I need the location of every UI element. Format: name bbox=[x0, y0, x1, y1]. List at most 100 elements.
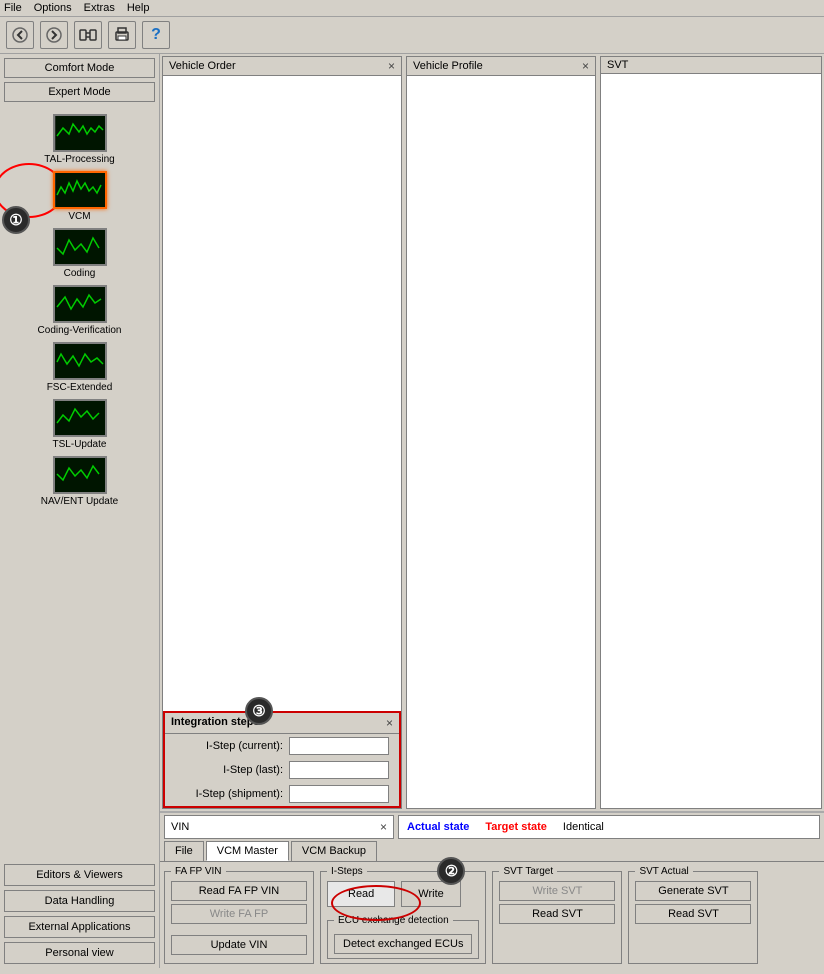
update-vin-button[interactable]: Update VIN bbox=[171, 935, 307, 955]
external-applications-button[interactable]: External Applications bbox=[4, 916, 155, 938]
editors-viewers-button[interactable]: Editors & Viewers bbox=[4, 864, 155, 886]
menu-options[interactable]: Options bbox=[34, 2, 72, 14]
svt-actual-legend: SVT Actual bbox=[635, 866, 692, 877]
read-svt-actual-button[interactable]: Read SVT bbox=[635, 904, 751, 924]
status-actual: Actual state bbox=[407, 821, 469, 833]
svt-target-button-group: Write SVT Read SVT bbox=[499, 881, 615, 924]
sidebar-mode-buttons: Comfort Mode Expert Mode bbox=[0, 54, 159, 106]
vin-close[interactable]: × bbox=[380, 820, 387, 834]
vehicle-profile-title: Vehicle Profile bbox=[413, 60, 483, 72]
istep-current-label: I-Step (current): bbox=[173, 740, 283, 752]
data-handling-button[interactable]: Data Handling bbox=[4, 890, 155, 912]
generate-svt-button[interactable]: Generate SVT bbox=[635, 881, 751, 901]
tsl-update-icon bbox=[53, 399, 107, 437]
tab-file[interactable]: File bbox=[164, 841, 204, 861]
main-layout: ① Comfort Mode Expert Mode TAL-Processin… bbox=[0, 54, 824, 968]
sidebar-item-navent-update[interactable]: NAV/ENT Update bbox=[4, 456, 155, 507]
istep-shipment-row: I-Step (shipment): bbox=[165, 782, 399, 806]
svt-header: SVT bbox=[601, 57, 821, 74]
integration-steps-box: ③ Integration steps × I-Step (current): … bbox=[163, 711, 401, 808]
vehicle-profile-header: Vehicle Profile × bbox=[407, 57, 595, 76]
fsc-extended-icon bbox=[53, 342, 107, 380]
svt-actual-section: SVT Actual Generate SVT Read SVT bbox=[628, 866, 758, 964]
coding-icon bbox=[53, 228, 107, 266]
back-button[interactable] bbox=[6, 21, 34, 49]
menu-help[interactable]: Help bbox=[127, 2, 150, 14]
sidebar-item-coding-verification[interactable]: Coding-Verification bbox=[4, 285, 155, 336]
menu-bar: File Options Extras Help bbox=[0, 0, 824, 17]
menu-file[interactable]: File bbox=[4, 2, 22, 14]
svt-target-legend: SVT Target bbox=[499, 866, 557, 877]
sidebar-bottom-buttons: Editors & Viewers Data Handling External… bbox=[0, 860, 159, 968]
istep-last-input[interactable] bbox=[289, 761, 389, 779]
svt-panel: SVT bbox=[600, 56, 822, 809]
read-svt-target-button[interactable]: Read SVT bbox=[499, 904, 615, 924]
tal-processing-label: TAL-Processing bbox=[44, 154, 114, 165]
forward-button[interactable] bbox=[40, 21, 68, 49]
read-isteps-button[interactable]: Read bbox=[327, 881, 395, 907]
tab-content: FA FP VIN Read FA FP VIN Write FA FP Upd… bbox=[160, 862, 824, 968]
content-area: Vehicle Order × ③ Integration steps × I-… bbox=[160, 54, 824, 968]
istep-shipment-label: I-Step (shipment): bbox=[173, 788, 283, 800]
detect-btn-row: Detect exchanged ECUs bbox=[334, 930, 472, 954]
status-vin-row: VIN × Actual state Target state Identica… bbox=[160, 813, 824, 841]
fa-fp-vin-legend: FA FP VIN bbox=[171, 866, 226, 877]
tab-vcm-master[interactable]: VCM Master bbox=[206, 841, 289, 861]
tab-vcm-backup[interactable]: VCM Backup bbox=[291, 841, 377, 861]
navent-update-label: NAV/ENT Update bbox=[41, 496, 118, 507]
i-steps-legend: I-Steps bbox=[327, 866, 367, 877]
step3-badge: ③ bbox=[245, 697, 273, 725]
svt-actual-button-group: Generate SVT Read SVT bbox=[635, 881, 751, 924]
vehicle-order-header: Vehicle Order × bbox=[163, 57, 401, 76]
connect-button[interactable] bbox=[74, 21, 102, 49]
comfort-mode-button[interactable]: Comfort Mode bbox=[4, 58, 155, 78]
fa-fp-button-group: Read FA FP VIN Write FA FP Update VIN bbox=[171, 881, 307, 955]
ecu-exchange-section: ECU exchange detection Detect exchanged … bbox=[327, 915, 479, 959]
istep-shipment-input[interactable] bbox=[289, 785, 389, 803]
istep-current-row: I-Step (current): bbox=[165, 734, 399, 758]
sidebar-item-coding[interactable]: Coding bbox=[4, 228, 155, 279]
vin-panel: VIN × bbox=[164, 815, 394, 839]
ecu-exchange-legend: ECU exchange detection bbox=[334, 915, 453, 926]
i-steps-section: I-Steps ② Read Write ECU exchange bbox=[320, 866, 486, 964]
status-target: Target state bbox=[485, 821, 547, 833]
sidebar-item-fsc-extended[interactable]: FSC-Extended bbox=[4, 342, 155, 393]
tab-bar: File VCM Master VCM Backup bbox=[160, 841, 824, 862]
istep-last-row: I-Step (last): bbox=[165, 758, 399, 782]
sidebar-item-tal-processing[interactable]: TAL-Processing bbox=[4, 114, 155, 165]
tsl-update-label: TSL-Update bbox=[53, 439, 107, 450]
svt-title: SVT bbox=[607, 59, 628, 71]
fa-fp-vin-section: FA FP VIN Read FA FP VIN Write FA FP Upd… bbox=[164, 866, 314, 964]
tal-processing-icon bbox=[53, 114, 107, 152]
expert-mode-button[interactable]: Expert Mode bbox=[4, 82, 155, 102]
vin-title: VIN bbox=[171, 821, 189, 833]
vehicle-profile-close[interactable]: × bbox=[582, 59, 589, 73]
integration-steps-close[interactable]: × bbox=[386, 716, 393, 730]
write-svt-button[interactable]: Write SVT bbox=[499, 881, 615, 901]
sidebar-item-tsl-update[interactable]: TSL-Update bbox=[4, 399, 155, 450]
navent-update-icon bbox=[53, 456, 107, 494]
toolbar: ? bbox=[0, 17, 824, 54]
isteps-buttons: Read Write bbox=[327, 881, 479, 907]
coding-label: Coding bbox=[64, 268, 96, 279]
detect-exchanged-ecus-button[interactable]: Detect exchanged ECUs bbox=[334, 934, 472, 954]
status-bar: Actual state Target state Identical bbox=[398, 815, 820, 839]
menu-extras[interactable]: Extras bbox=[84, 2, 115, 14]
bottom-section: VIN × Actual state Target state Identica… bbox=[160, 812, 824, 968]
istep-current-input[interactable] bbox=[289, 737, 389, 755]
read-fa-fp-vin-button[interactable]: Read FA FP VIN bbox=[171, 881, 307, 901]
coding-verification-icon bbox=[53, 285, 107, 323]
print-button[interactable] bbox=[108, 21, 136, 49]
integration-steps-header: Integration steps × bbox=[165, 713, 399, 734]
sidebar: ① Comfort Mode Expert Mode TAL-Processin… bbox=[0, 54, 160, 968]
vcm-icon bbox=[53, 171, 107, 209]
vehicle-profile-panel: Vehicle Profile × bbox=[406, 56, 596, 809]
svt-target-section: SVT Target Write SVT Read SVT bbox=[492, 866, 622, 964]
vehicle-order-close[interactable]: × bbox=[388, 59, 395, 73]
write-fa-fp-button[interactable]: Write FA FP bbox=[171, 904, 307, 924]
vehicle-order-title: Vehicle Order bbox=[169, 60, 236, 72]
step1-badge: ① bbox=[2, 206, 30, 234]
personal-view-button[interactable]: Personal view bbox=[4, 942, 155, 964]
help-button[interactable]: ? bbox=[142, 21, 170, 49]
istep-last-label: I-Step (last): bbox=[173, 764, 283, 776]
